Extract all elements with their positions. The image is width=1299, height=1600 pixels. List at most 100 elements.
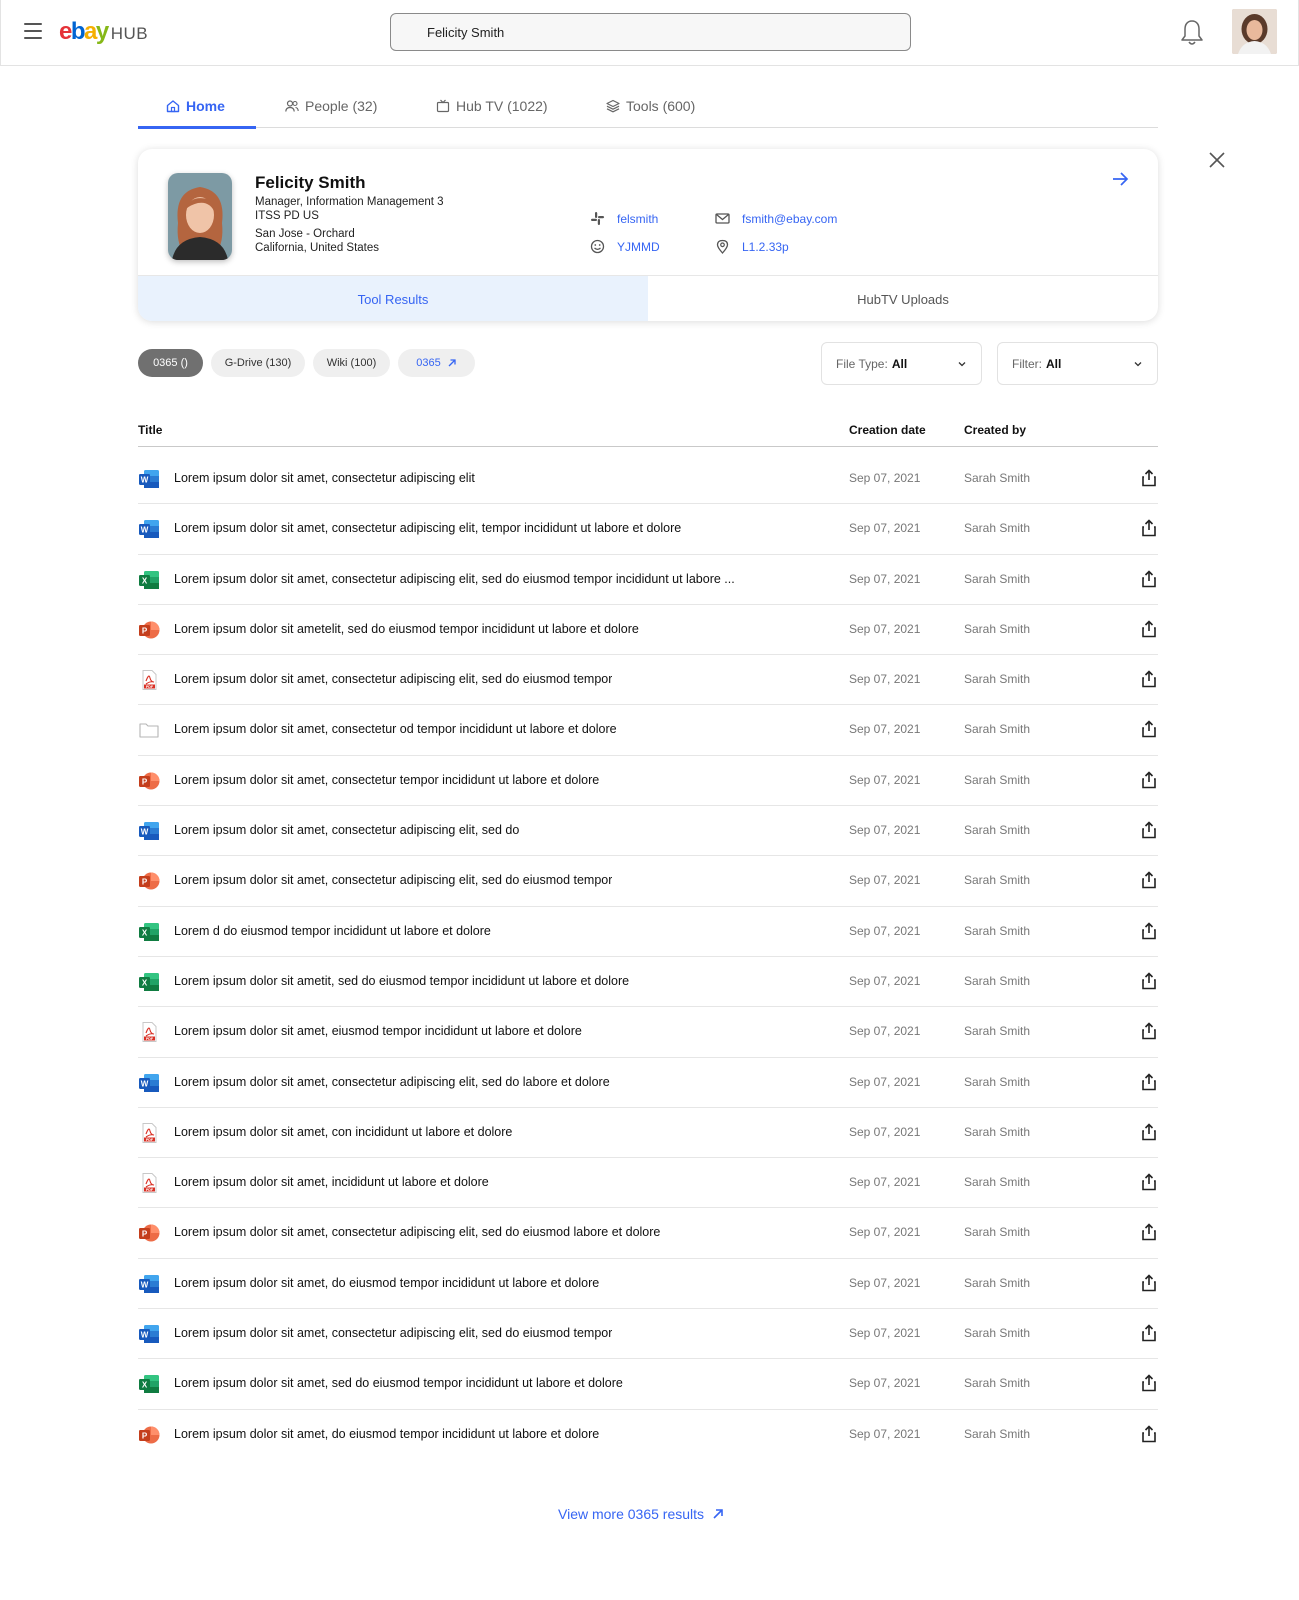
email-link[interactable]: fsmith@ebay.com	[715, 211, 837, 226]
row-title[interactable]: Lorem ipsum dolor sit amet, sed do eiusm…	[174, 1376, 623, 1390]
svg-text:PDF: PDF	[146, 1188, 154, 1192]
row-title[interactable]: Lorem d do eiusmod tempor incididunt ut …	[174, 924, 491, 938]
row-title[interactable]: Lorem ipsum dolor sit amet, consectetur …	[174, 572, 735, 586]
row-created-by: Sarah Smith	[964, 1376, 1031, 1391]
row-title[interactable]: Lorem ipsum dolor sit amet, eiusmod temp…	[174, 1024, 582, 1038]
tab-tools[interactable]: Tools (600)	[606, 98, 695, 114]
share-icon[interactable]	[1141, 821, 1157, 839]
chip-o365-link[interactable]: 0365	[398, 349, 475, 377]
chip-o365[interactable]: 0365 ()	[138, 349, 203, 377]
row-title[interactable]: Lorem ipsum dolor sit amet, consectetur …	[174, 823, 519, 837]
profile-name[interactable]: Felicity Smith	[255, 173, 366, 193]
table-row[interactable]: W Lorem ipsum dolor sit amet, consectetur…	[138, 806, 1158, 857]
view-more-link[interactable]: View more 0365 results	[558, 1506, 724, 1522]
row-title[interactable]: Lorem ipsum dolor sit amet, consectetur …	[174, 521, 681, 535]
table-row[interactable]: W Lorem ipsum dolor sit amet, consectetur…	[138, 1309, 1158, 1360]
row-title[interactable]: Lorem ipsum dolor sit ametit, sed do eiu…	[174, 974, 629, 988]
chip-gdrive[interactable]: G-Drive (130)	[211, 349, 305, 377]
share-icon[interactable]	[1141, 922, 1157, 940]
desk-location[interactable]: L1.2.33p	[715, 239, 789, 254]
column-creation-date[interactable]: Creation date	[849, 423, 926, 437]
share-icon[interactable]	[1141, 972, 1157, 990]
tab-hubtv-uploads[interactable]: HubTV Uploads	[648, 276, 1158, 321]
table-row[interactable]: X Lorem ipsum dolor sit amet, consectetur…	[138, 555, 1158, 605]
table-row[interactable]: P Lorem ipsum dolor sit amet, consectetur…	[138, 756, 1158, 807]
tab-home[interactable]: Home	[166, 98, 225, 114]
table-row[interactable]: PDF Lorem ipsum dolor sit amet, eiusmod t…	[138, 1007, 1158, 1058]
row-title[interactable]: Lorem ipsum dolor sit amet, do eiusmod t…	[174, 1427, 599, 1441]
ebay-hub-logo[interactable]: ebay HUB	[59, 18, 148, 46]
share-icon[interactable]	[1141, 1022, 1157, 1040]
row-title[interactable]: Lorem ipsum dolor sit amet, consectetur …	[174, 672, 612, 686]
table-row[interactable]: P Lorem ipsum dolor sit amet, consectetur…	[138, 856, 1158, 907]
share-icon[interactable]	[1141, 1425, 1157, 1443]
svg-text:PDF: PDF	[146, 1037, 154, 1041]
close-icon[interactable]	[1207, 150, 1227, 170]
row-title[interactable]: Lorem ipsum dolor sit ametelit, sed do e…	[174, 622, 639, 636]
tab-tool-results[interactable]: Tool Results	[138, 276, 648, 321]
tab-hub-tv[interactable]: Hub TV (1022)	[436, 98, 548, 114]
row-title[interactable]: Lorem ipsum dolor sit amet, consectetur …	[174, 471, 475, 485]
row-created-by: Sarah Smith	[964, 873, 1031, 888]
row-title[interactable]: Lorem ipsum dolor sit amet, incididunt u…	[174, 1175, 489, 1189]
table-row[interactable]: W Lorem ipsum dolor sit amet, consectetur…	[138, 454, 1158, 505]
table-row[interactable]: PDF Lorem ipsum dolor sit amet, con incid…	[138, 1108, 1158, 1159]
profile-id[interactable]: YJMMD	[590, 239, 660, 254]
pdf-file-icon: PDF	[138, 1172, 160, 1194]
menu-icon[interactable]	[24, 23, 44, 39]
chip-wiki[interactable]: Wiki (100)	[313, 349, 390, 377]
row-title[interactable]: Lorem ipsum dolor sit amet, consectetur …	[174, 873, 612, 887]
share-icon[interactable]	[1141, 1123, 1157, 1141]
row-title[interactable]: Lorem ipsum dolor sit amet, consectetur …	[174, 1075, 610, 1089]
top-bar: ebay HUB	[0, 0, 1299, 66]
arrow-right-icon[interactable]	[1110, 169, 1130, 189]
row-created-by: Sarah Smith	[964, 973, 1031, 988]
share-icon[interactable]	[1141, 720, 1157, 738]
row-title[interactable]: Lorem ipsum dolor sit amet, do eiusmod t…	[174, 1276, 599, 1290]
table-row[interactable]: PDF Lorem ipsum dolor sit amet, incididun…	[138, 1158, 1158, 1209]
share-icon[interactable]	[1141, 771, 1157, 789]
table-row[interactable]: W Lorem ipsum dolor sit amet, do eiusmod …	[138, 1259, 1158, 1310]
share-icon[interactable]	[1141, 871, 1157, 889]
row-title[interactable]: Lorem ipsum dolor sit amet, consectetur …	[174, 1225, 660, 1239]
row-created-by: Sarah Smith	[964, 1225, 1031, 1240]
column-title[interactable]: Title	[138, 423, 162, 437]
table-row[interactable]: P Lorem ipsum dolor sit ametelit, sed do …	[138, 605, 1158, 656]
share-icon[interactable]	[1141, 670, 1157, 688]
share-icon[interactable]	[1141, 1173, 1157, 1191]
search-input[interactable]	[390, 13, 911, 51]
share-icon[interactable]	[1141, 1072, 1157, 1091]
share-icon[interactable]	[1141, 519, 1157, 537]
table-row[interactable]: X Lorem ipsum dolor sit amet, sed do eius…	[138, 1359, 1158, 1410]
share-icon[interactable]	[1141, 1223, 1157, 1241]
share-icon[interactable]	[1141, 1324, 1157, 1342]
table-row[interactable]: P Lorem ipsum dolor sit amet, consectetur…	[138, 1208, 1158, 1259]
share-icon[interactable]	[1141, 1274, 1157, 1292]
share-icon[interactable]	[1141, 620, 1157, 638]
tab-people[interactable]: People (32)	[285, 98, 377, 114]
table-row[interactable]: X Lorem ipsum dolor sit ametit, sed do ei…	[138, 957, 1158, 1008]
row-title[interactable]: Lorem ipsum dolor sit amet, consectetur …	[174, 773, 599, 787]
profile-card: Felicity Smith Manager, Information Mana…	[138, 149, 1158, 321]
row-title[interactable]: Lorem ipsum dolor sit amet, consectetur …	[174, 722, 617, 736]
column-created-by[interactable]: Created by	[964, 423, 1026, 437]
share-icon[interactable]	[1141, 569, 1157, 588]
table-row[interactable]: W Lorem ipsum dolor sit amet, consectetur…	[138, 504, 1158, 555]
svg-text:W: W	[141, 1280, 149, 1289]
table-row[interactable]: Lorem ipsum dolor sit amet, consectetur …	[138, 705, 1158, 756]
row-title[interactable]: Lorem ipsum dolor sit amet, con incididu…	[174, 1125, 512, 1139]
location-pin-icon	[716, 239, 729, 254]
user-avatar[interactable]	[1232, 9, 1277, 54]
row-title[interactable]: Lorem ipsum dolor sit amet, consectetur …	[174, 1326, 612, 1340]
file-type-dropdown[interactable]: File Type: All	[821, 342, 982, 385]
share-icon[interactable]	[1141, 1374, 1157, 1392]
bell-icon[interactable]	[1179, 18, 1205, 46]
table-row[interactable]: PDF Lorem ipsum dolor sit amet, consectet…	[138, 655, 1158, 706]
filter-dropdown[interactable]: Filter: All	[997, 342, 1158, 385]
share-icon[interactable]	[1141, 469, 1157, 487]
table-row[interactable]: X Lorem d do eiusmod tempor incididunt ut…	[138, 907, 1158, 957]
row-created-by: Sarah Smith	[964, 1124, 1031, 1139]
table-row[interactable]: P Lorem ipsum dolor sit amet, do eiusmod …	[138, 1410, 1158, 1460]
slack-handle[interactable]: felsmith	[590, 211, 658, 226]
table-row[interactable]: W Lorem ipsum dolor sit amet, consectetur…	[138, 1058, 1158, 1108]
